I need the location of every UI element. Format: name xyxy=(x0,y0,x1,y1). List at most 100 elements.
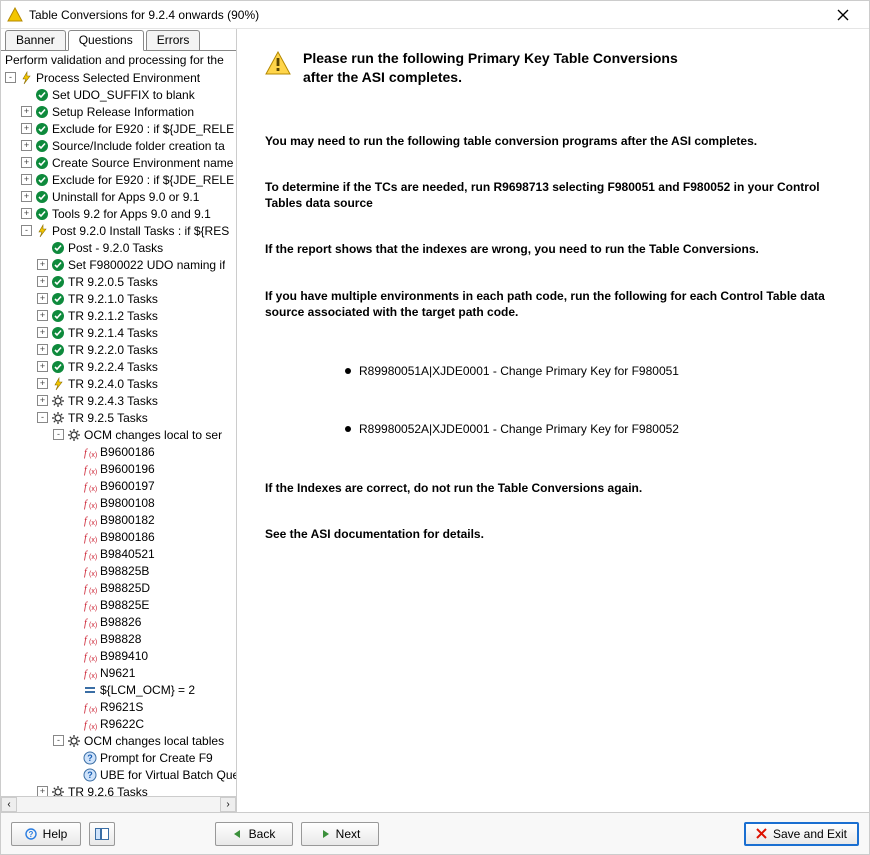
tree-row[interactable]: f(x)B98825E xyxy=(1,596,236,613)
scroll-track[interactable] xyxy=(17,797,220,812)
bullet-2: R89980052A|XJDE0001 - Change Primary Key… xyxy=(345,422,841,436)
red-x-icon xyxy=(756,828,767,839)
content-p5: If the Indexes are correct, do not run t… xyxy=(265,480,841,496)
tree-label: Prompt for Create F9 xyxy=(100,751,213,765)
tree-row[interactable]: +TR 9.2.1.2 Tasks xyxy=(1,307,236,324)
tab-banner[interactable]: Banner xyxy=(5,30,66,50)
scroll-right-icon[interactable]: › xyxy=(220,797,236,812)
window-close-button[interactable] xyxy=(823,3,863,27)
tree-expand-toggle[interactable]: + xyxy=(21,208,32,219)
help-button[interactable]: ? Help xyxy=(11,822,81,846)
tree-row[interactable]: f(x)B9800186 xyxy=(1,528,236,545)
tree-expand-toggle[interactable]: + xyxy=(21,191,32,202)
tree-expand-toggle[interactable]: - xyxy=(53,735,64,746)
tree-row[interactable]: +Tools 9.2 for Apps 9.0 and 9.1 xyxy=(1,205,236,222)
tree-expand-toggle[interactable]: + xyxy=(37,361,48,372)
left-pane: Banner Questions Errors Perform validati… xyxy=(1,29,237,812)
tree-row[interactable]: +TR 9.2.6 Tasks xyxy=(1,783,236,796)
scroll-left-icon[interactable]: ‹ xyxy=(1,797,17,812)
next-button[interactable]: Next xyxy=(301,822,379,846)
tree-row[interactable]: f(x)B989410 xyxy=(1,647,236,664)
tree-expand-toggle[interactable]: + xyxy=(21,140,32,151)
tree-row[interactable]: Set UDO_SUFFIX to blank xyxy=(1,86,236,103)
tab-questions[interactable]: Questions xyxy=(68,30,144,51)
tree-row[interactable]: Post - 9.2.0 Tasks xyxy=(1,239,236,256)
tree-row[interactable]: f(x)B9600197 xyxy=(1,477,236,494)
tree-expand-toggle[interactable]: + xyxy=(37,786,48,796)
tree-row[interactable]: f(x)B9840521 xyxy=(1,545,236,562)
tree-row[interactable]: - OCM changes local tables xyxy=(1,732,236,749)
tree-label: N9621 xyxy=(100,666,135,680)
tree-row[interactable]: + TR 9.2.2.4 Tasks xyxy=(1,358,236,375)
tree-expand-toggle[interactable]: + xyxy=(37,276,48,287)
tree-row[interactable]: +Exclude for E920 : if ${JDE_RELE xyxy=(1,171,236,188)
tree-row[interactable]: f(x)N9621 xyxy=(1,664,236,681)
svg-text:?: ? xyxy=(28,830,33,839)
fx-icon: f(x) xyxy=(83,615,97,629)
tree-expand-toggle[interactable]: + xyxy=(37,344,48,355)
tree-row[interactable]: +TR 9.2.0.5 Tasks xyxy=(1,273,236,290)
tree-row[interactable]: +TR 9.2.2.0 Tasks xyxy=(1,341,236,358)
tree-row[interactable]: +Setup Release Information xyxy=(1,103,236,120)
tree-expand-toggle[interactable]: + xyxy=(37,293,48,304)
tree-row[interactable]: f(x)B98826 xyxy=(1,613,236,630)
tree-row[interactable]: -Post 9.2.0 Install Tasks : if ${RES xyxy=(1,222,236,239)
fx-icon: f(x) xyxy=(83,530,97,544)
tree-expand-toggle[interactable]: - xyxy=(21,225,32,236)
tree-expand-toggle[interactable]: + xyxy=(21,157,32,168)
svg-text:(x): (x) xyxy=(89,520,97,527)
tree-row[interactable]: f(x)B9800108 xyxy=(1,494,236,511)
tree-row[interactable]: ${LCM_OCM} = 2 xyxy=(1,681,236,698)
tree-expand-toggle[interactable]: - xyxy=(5,72,16,83)
tree-row[interactable]: +Exclude for E920 : if ${JDE_RELE xyxy=(1,120,236,137)
tree-expand-toggle[interactable]: + xyxy=(37,395,48,406)
lightning-icon xyxy=(35,224,49,238)
content-panel: Please run the following Primary Key Tab… xyxy=(237,29,869,812)
tree-row[interactable]: +Set F9800022 UDO naming if xyxy=(1,256,236,273)
step-tree[interactable]: -Process Selected EnvironmentSet UDO_SUF… xyxy=(1,67,236,796)
tree-row[interactable]: -Process Selected Environment xyxy=(1,69,236,86)
tree-label: OCM changes local tables xyxy=(84,734,224,748)
svg-text:f: f xyxy=(84,618,88,629)
tree-row[interactable]: +Source/Include folder creation ta xyxy=(1,137,236,154)
svg-text:?: ? xyxy=(87,770,93,780)
tree-row[interactable]: f(x)R9622C xyxy=(1,715,236,732)
svg-text:f: f xyxy=(84,669,88,680)
tree-expand-toggle[interactable]: - xyxy=(37,412,48,423)
tree-expand-toggle[interactable]: + xyxy=(37,310,48,321)
tree-row[interactable]: f(x)B9600196 xyxy=(1,460,236,477)
help-icon: ? xyxy=(25,828,37,840)
tab-errors[interactable]: Errors xyxy=(146,30,201,50)
tree-label: TR 9.2.2.4 Tasks xyxy=(68,360,158,374)
tree-row[interactable]: f(x)B9800182 xyxy=(1,511,236,528)
tree-row[interactable]: +Create Source Environment name xyxy=(1,154,236,171)
tree-row[interactable]: +TR 9.2.4.3 Tasks xyxy=(1,392,236,409)
tree-row[interactable]: f(x)B98825D xyxy=(1,579,236,596)
tree-expand-toggle[interactable]: + xyxy=(21,106,32,117)
panel-toggle-button[interactable] xyxy=(89,822,115,846)
save-and-exit-button[interactable]: Save and Exit xyxy=(744,822,859,846)
tree-row[interactable]: f(x)B98828 xyxy=(1,630,236,647)
tree-row[interactable]: +TR 9.2.4.0 Tasks xyxy=(1,375,236,392)
tree-row[interactable]: f(x)B98825B xyxy=(1,562,236,579)
tree-expand-toggle[interactable]: + xyxy=(37,327,48,338)
tree-row[interactable]: f(x)B9600186 xyxy=(1,443,236,460)
tree-row[interactable]: -OCM changes local to ser xyxy=(1,426,236,443)
back-button[interactable]: Back xyxy=(215,822,293,846)
tree-row[interactable]: ?Prompt for Create F9 xyxy=(1,749,236,766)
tree-expand-toggle[interactable]: + xyxy=(37,378,48,389)
tree-row[interactable]: +Uninstall for Apps 9.0 or 9.1 xyxy=(1,188,236,205)
tree-row[interactable]: -TR 9.2.5 Tasks xyxy=(1,409,236,426)
tree-expand-toggle[interactable]: + xyxy=(37,259,48,270)
tree-label: B9800186 xyxy=(100,530,155,544)
svg-text:(x): (x) xyxy=(89,622,97,629)
tree-row[interactable]: +TR 9.2.1.4 Tasks xyxy=(1,324,236,341)
tree-row[interactable]: +TR 9.2.1.0 Tasks xyxy=(1,290,236,307)
tree-expand-toggle[interactable]: - xyxy=(53,429,64,440)
tree-horizontal-scrollbar[interactable]: ‹ › xyxy=(1,796,236,812)
tree-row[interactable]: f(x)R9621S xyxy=(1,698,236,715)
svg-text:f: f xyxy=(84,601,88,612)
tree-expand-toggle[interactable]: + xyxy=(21,123,32,134)
tree-expand-toggle[interactable]: + xyxy=(21,174,32,185)
tree-row[interactable]: ?UBE for Virtual Batch Que xyxy=(1,766,236,783)
